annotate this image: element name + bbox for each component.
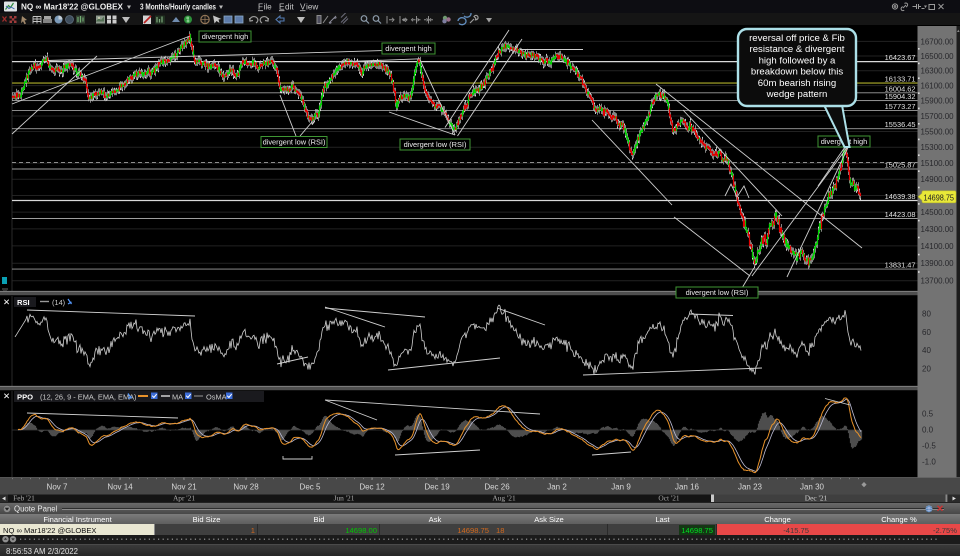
svg-text:Jun '21: Jun '21 <box>334 494 355 502</box>
svg-text:15900.00: 15900.00 <box>921 97 954 106</box>
svg-text:Jan 2: Jan 2 <box>547 483 567 492</box>
svg-text:Jan 23: Jan 23 <box>738 483 763 492</box>
svg-text:14900.00: 14900.00 <box>921 175 954 184</box>
svg-text:15904.32: 15904.32 <box>885 92 916 101</box>
svg-text:Dec 26: Dec 26 <box>484 483 510 492</box>
svg-text:14300.00: 14300.00 <box>921 225 954 234</box>
svg-text:OsMA: OsMA <box>206 393 227 402</box>
svg-text:divergent high: divergent high <box>202 32 248 41</box>
svg-text:0.0: 0.0 <box>922 426 934 435</box>
svg-text:divergent low (RSI): divergent low (RSI) <box>686 288 749 297</box>
svg-text:Nov 14: Nov 14 <box>107 483 133 492</box>
svg-text:15500.00: 15500.00 <box>921 128 954 137</box>
svg-text:15536.45: 15536.45 <box>885 120 916 129</box>
svg-text:divergent low (RSI): divergent low (RSI) <box>404 140 467 149</box>
svg-text:Dec 5: Dec 5 <box>300 483 321 492</box>
svg-text:13831.47: 13831.47 <box>885 261 916 270</box>
svg-text:Feb '21: Feb '21 <box>13 494 35 502</box>
svg-text:reversal off price & Fib: reversal off price & Fib <box>749 33 845 44</box>
svg-text:Nov 21: Nov 21 <box>171 483 197 492</box>
svg-text:16133.71: 16133.71 <box>885 75 916 84</box>
svg-text:(12, 26, 9 - EMA, EMA, EMA): (12, 26, 9 - EMA, EMA, EMA) <box>40 393 137 402</box>
svg-text:15300.00: 15300.00 <box>921 143 954 152</box>
svg-text:breakdown below this: breakdown below this <box>751 67 843 78</box>
svg-text:Apr '21: Apr '21 <box>173 494 195 502</box>
svg-text:16700.00: 16700.00 <box>921 37 954 46</box>
svg-text:RSI: RSI <box>17 298 30 307</box>
svg-text:Nov 28: Nov 28 <box>233 483 259 492</box>
svg-text:MA: MA <box>172 393 183 402</box>
svg-text:-0.5: -0.5 <box>922 442 936 451</box>
svg-text:14698.75: 14698.75 <box>924 193 955 202</box>
svg-text:divergent low (RSI): divergent low (RSI) <box>263 138 326 147</box>
svg-text:Oct '21: Oct '21 <box>658 494 680 502</box>
svg-text:16300.00: 16300.00 <box>921 67 954 76</box>
svg-text:ile: ile <box>264 2 273 11</box>
svg-text:Jan 9: Jan 9 <box>611 483 631 492</box>
svg-text:Jan 16: Jan 16 <box>675 483 700 492</box>
svg-text:iew: iew <box>306 2 318 11</box>
svg-text:16423.67: 16423.67 <box>885 53 916 62</box>
svg-text:40: 40 <box>922 346 931 355</box>
svg-text:✕: ✕ <box>3 391 10 401</box>
svg-text:Dec 19: Dec 19 <box>424 483 450 492</box>
svg-text:divergent high: divergent high <box>385 44 431 53</box>
svg-text:✕: ✕ <box>3 297 10 307</box>
svg-text:3 Months/Hourly candles: 3 Months/Hourly candles <box>140 1 216 11</box>
svg-text:60: 60 <box>922 328 931 337</box>
svg-text:0.5: 0.5 <box>922 410 934 419</box>
svg-text:Quote Panel: Quote Panel <box>14 505 58 514</box>
svg-text:16500.00: 16500.00 <box>921 52 954 61</box>
svg-text:16100.00: 16100.00 <box>921 82 954 91</box>
svg-text:15700.00: 15700.00 <box>921 112 954 121</box>
svg-text:dit: dit <box>285 2 294 11</box>
svg-text:resistance & divergent: resistance & divergent <box>750 44 845 55</box>
svg-text:wedge pattern: wedge pattern <box>766 89 828 100</box>
svg-text:14639.38: 14639.38 <box>885 192 916 201</box>
svg-text:Dec 12: Dec 12 <box>359 483 385 492</box>
svg-text:14100.00: 14100.00 <box>921 242 954 251</box>
svg-text:13700.00: 13700.00 <box>921 277 954 286</box>
svg-text:Jan 30: Jan 30 <box>800 483 825 492</box>
svg-text:PPO: PPO <box>17 393 33 402</box>
svg-text:Aug '21: Aug '21 <box>492 494 516 502</box>
svg-text:high followed by a: high followed by a <box>759 55 836 66</box>
svg-text:20: 20 <box>922 364 931 373</box>
svg-text:-1.0: -1.0 <box>922 458 936 467</box>
svg-text:NQ ∞ Mar18'22 @GLOBEX: NQ ∞ Mar18'22 @GLOBEX <box>21 1 123 11</box>
svg-text:13900.00: 13900.00 <box>921 259 954 268</box>
svg-text:(14): (14) <box>52 298 65 307</box>
svg-text:15773.27: 15773.27 <box>885 102 916 111</box>
svg-text:Dec '21: Dec '21 <box>805 494 828 502</box>
svg-text:14423.08: 14423.08 <box>885 210 916 219</box>
svg-text:15025.87: 15025.87 <box>885 161 916 170</box>
svg-text:F: F <box>258 2 263 11</box>
svg-text:60m bearish rising: 60m bearish rising <box>758 78 836 89</box>
svg-text:80: 80 <box>922 310 931 319</box>
svg-text:14500.00: 14500.00 <box>921 208 954 217</box>
svg-text:Nov 7: Nov 7 <box>47 483 68 492</box>
svg-text:15100.00: 15100.00 <box>921 159 954 168</box>
